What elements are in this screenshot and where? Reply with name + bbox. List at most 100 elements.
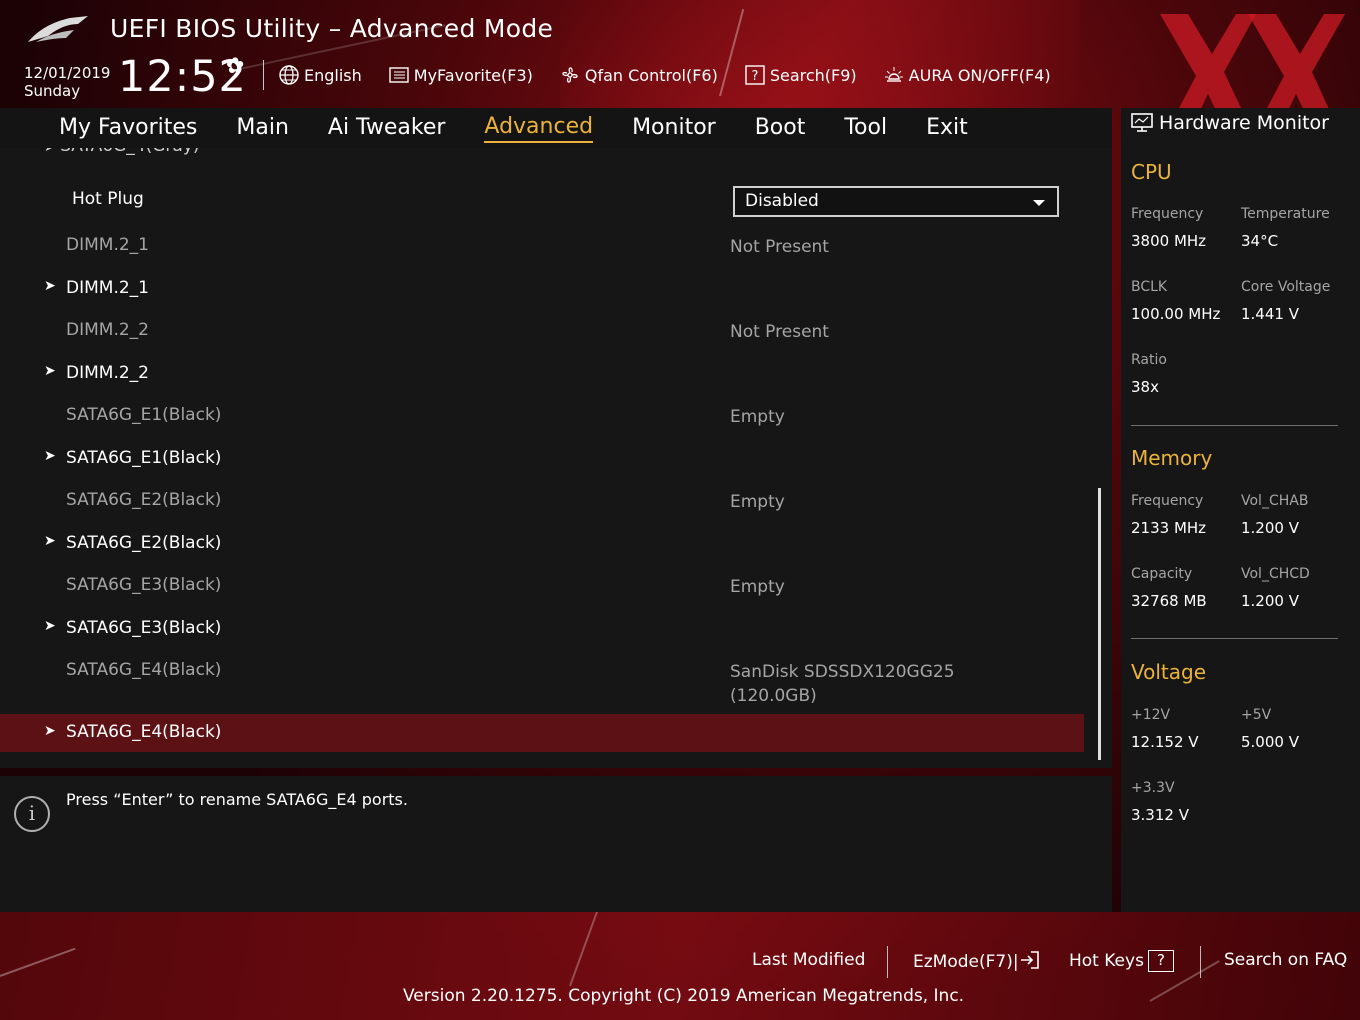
tab-my-favorites[interactable]: My Favorites xyxy=(59,115,197,142)
language-button[interactable]: English xyxy=(278,64,362,86)
tab-exit[interactable]: Exit xyxy=(926,115,968,142)
scrollbar[interactable] xyxy=(1098,488,1101,760)
monitor-icon xyxy=(1131,113,1153,132)
help-panel: i Press “Enter” to rename SATA6G_E4 port… xyxy=(0,776,1112,912)
chevron-right-icon: ➤ xyxy=(44,363,56,379)
submenu-item[interactable]: ➤ DIMM.2_1 xyxy=(0,269,1084,309)
item-label: SATA6G_E2(Black) xyxy=(66,490,222,510)
v5-value: 5.000 V xyxy=(1241,733,1299,751)
cutoff-item-label: SATA6G_4(Gray) xyxy=(60,148,199,156)
search-question-icon: ? xyxy=(745,65,765,85)
hardware-monitor-panel: Hardware Monitor CPU Frequency Temperatu… xyxy=(1121,108,1360,912)
date-text: 12/01/2019 xyxy=(24,64,111,82)
vol-chab-label: Vol_CHAB xyxy=(1241,493,1309,509)
item-label: DIMM.2_1 xyxy=(66,278,149,298)
gear-icon[interactable]: ✿ xyxy=(226,54,244,79)
list-item: SATA6G_E4(Black) SanDisk SDSSDX120GG25 (… xyxy=(0,651,1084,711)
memory-heading: Memory xyxy=(1131,446,1213,470)
question-box-icon: ? xyxy=(1147,950,1174,972)
item-label: SATA6G_E4(Black) xyxy=(66,660,222,680)
language-label: English xyxy=(304,65,362,85)
last-modified-button[interactable]: Last Modified xyxy=(752,950,865,970)
submenu-item[interactable]: ➤ SATA6G_E3(Black) xyxy=(0,609,1084,649)
item-value: Not Present xyxy=(730,322,829,342)
core-voltage-label: Core Voltage xyxy=(1241,279,1331,295)
cpu-heading: CPU xyxy=(1131,160,1172,184)
hw-title-text: Hardware Monitor xyxy=(1159,112,1329,134)
dropdown-caret-icon xyxy=(1033,200,1045,206)
v33-label: +3.3V xyxy=(1131,780,1175,796)
qfan-button[interactable]: Qfan Control(F6) xyxy=(559,64,718,86)
hardware-monitor-title: Hardware Monitor xyxy=(1131,112,1329,134)
list-item: DIMM.2_2 Not Present xyxy=(0,311,1084,351)
v12-label: +12V xyxy=(1131,707,1171,723)
item-label: SATA6G_E3(Black) xyxy=(66,618,222,638)
item-value: SanDisk SDSSDX120GG25 (120.0GB) xyxy=(730,660,955,708)
v33-value: 3.312 V xyxy=(1131,806,1189,824)
cpu-frequency-value: 3800 MHz xyxy=(1131,232,1207,250)
ezmode-button[interactable]: EzMode(F7)| xyxy=(913,950,1041,972)
tab-main[interactable]: Main xyxy=(236,115,289,142)
vol-chcd-label: Vol_CHCD xyxy=(1241,566,1310,582)
hot-plug-select[interactable]: Disabled xyxy=(733,186,1059,217)
capacity-label: Capacity xyxy=(1131,566,1193,582)
cpu-temperature-value: 34°C xyxy=(1241,232,1279,250)
list-item: DIMM.2_1 Not Present xyxy=(0,226,1084,266)
hot-plug-value: Disabled xyxy=(745,191,819,211)
list-item: SATA6G_E1(Black) Empty xyxy=(0,396,1084,436)
tab-advanced[interactable]: Advanced xyxy=(484,114,594,143)
settings-list: ➤ SATA6G_4(Gray) Hot Plug Disabled DIMM.… xyxy=(0,148,1112,768)
fan-icon xyxy=(562,67,578,83)
main-menu-tabs: My Favorites Main Ai Tweaker Advanced Mo… xyxy=(0,108,1112,148)
footer-divider xyxy=(1200,946,1201,978)
search-label: Search(F9) xyxy=(769,65,857,85)
list-item-cutoff[interactable]: ➤ SATA6G_4(Gray) xyxy=(44,148,200,156)
help-text: Press “Enter” to rename SATA6G_E4 ports. xyxy=(66,790,408,809)
item-label: SATA6G_E1(Black) xyxy=(66,405,222,425)
chevron-right-icon: ➤ xyxy=(44,618,56,634)
tab-monitor[interactable]: Monitor xyxy=(632,115,716,142)
hot-keys-label: Hot Keys xyxy=(1069,951,1144,971)
tab-tool[interactable]: Tool xyxy=(844,115,887,142)
globe-icon xyxy=(279,65,299,85)
vol-chcd-value: 1.200 V xyxy=(1241,592,1299,610)
capacity-value: 32768 MB xyxy=(1131,592,1207,610)
aura-label: AURA ON/OFF(F4) xyxy=(908,65,1051,85)
item-label: DIMM.2_2 xyxy=(66,320,149,340)
list-item: SATA6G_E2(Black) Empty xyxy=(0,481,1084,521)
app-title: UEFI BIOS Utility – Advanced Mode xyxy=(110,14,554,43)
ezmode-label: EzMode(F7)| xyxy=(913,952,1019,972)
hot-keys-button[interactable]: Hot Keys? xyxy=(1069,950,1174,972)
item-label: DIMM.2_1 xyxy=(66,235,149,255)
version-text: Version 2.20.1275. Copyright (C) 2019 Am… xyxy=(403,986,965,1006)
myfavorite-button[interactable]: MyFavorite(F3) xyxy=(388,64,533,86)
core-voltage-value: 1.441 V xyxy=(1241,305,1299,323)
bclk-value: 100.00 MHz xyxy=(1131,305,1221,323)
header-toolbar: English MyFavorite(F3) Qfan Control(F6) … xyxy=(278,60,1077,90)
header-divider xyxy=(263,60,264,90)
mem-frequency-value: 2133 MHz xyxy=(1131,519,1207,537)
tab-boot[interactable]: Boot xyxy=(755,115,806,142)
chevron-right-icon: ➤ xyxy=(44,723,56,739)
tab-ai-tweaker[interactable]: Ai Tweaker xyxy=(328,115,446,142)
device-size: (120.0GB) xyxy=(730,686,817,706)
svg-text:?: ? xyxy=(751,69,758,84)
search-faq-button[interactable]: Search on FAQ xyxy=(1224,950,1347,970)
search-button[interactable]: ? Search(F9) xyxy=(744,64,857,86)
chevron-right-icon: ➤ xyxy=(44,448,56,464)
submenu-item[interactable]: ➤ DIMM.2_2 xyxy=(0,354,1084,394)
submenu-item-selected[interactable]: ➤ SATA6G_E4(Black) xyxy=(0,714,1084,752)
chevron-right-icon: ➤ xyxy=(44,533,56,549)
device-name: SanDisk SDSSDX120GG25 xyxy=(730,662,955,682)
vol-chab-value: 1.200 V xyxy=(1241,519,1299,537)
submenu-item[interactable]: ➤ SATA6G_E2(Black) xyxy=(0,524,1084,564)
submenu-item[interactable]: ➤ SATA6G_E1(Black) xyxy=(0,439,1084,479)
mem-frequency-label: Frequency xyxy=(1131,493,1204,509)
v12-value: 12.152 V xyxy=(1131,733,1199,751)
item-value: Empty xyxy=(730,492,785,512)
chevron-right-icon: ➤ xyxy=(44,278,56,294)
item-value: Empty xyxy=(730,577,785,597)
item-label: SATA6G_E1(Black) xyxy=(66,448,222,468)
aura-button[interactable]: AURA ON/OFF(F4) xyxy=(883,64,1051,86)
chevron-right-icon: ➤ xyxy=(44,148,60,155)
